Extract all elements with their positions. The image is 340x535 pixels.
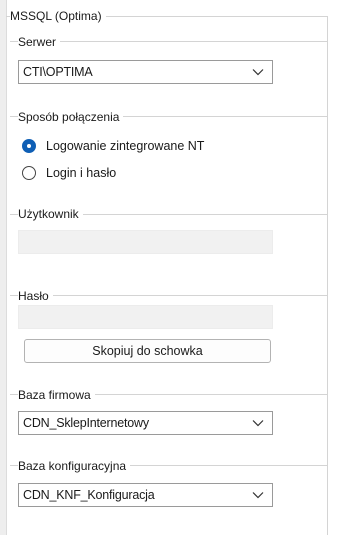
database-settings-panel: MSSQL (Optima) Serwer CTI\OPTIMA Sposób … bbox=[0, 0, 340, 535]
connection-mode-label: Sposób połączenia bbox=[18, 109, 124, 125]
config-db-combobox[interactable]: CDN_KNF_Konfiguracja bbox=[18, 483, 273, 507]
connection-mode-group bbox=[10, 116, 328, 198]
company-db-label: Baza firmowa bbox=[18, 387, 95, 403]
password-input[interactable] bbox=[18, 305, 273, 329]
copy-to-clipboard-button[interactable]: Skopiuj do schowka bbox=[24, 339, 271, 363]
chevron-down-icon[interactable] bbox=[252, 419, 264, 427]
company-db-value: CDN_SklepInternetowy bbox=[23, 416, 149, 430]
config-db-value: CDN_KNF_Konfiguracja bbox=[23, 488, 155, 502]
password-label: Hasło bbox=[18, 288, 53, 304]
chevron-down-icon[interactable] bbox=[252, 491, 264, 499]
server-combobox[interactable]: CTI\OPTIMA bbox=[18, 60, 273, 84]
mssql-group-title: MSSQL (Optima) bbox=[10, 8, 106, 24]
user-label: Użytkownik bbox=[18, 206, 83, 222]
server-label: Serwer bbox=[18, 34, 61, 50]
radio-unchecked-icon[interactable] bbox=[22, 166, 36, 180]
config-db-label: Baza konfiguracyjna bbox=[18, 458, 131, 474]
chevron-down-icon[interactable] bbox=[252, 68, 264, 76]
server-value: CTI\OPTIMA bbox=[23, 65, 93, 79]
user-input[interactable] bbox=[18, 230, 273, 254]
company-db-combobox[interactable]: CDN_SklepInternetowy bbox=[18, 411, 273, 435]
radio-login-password-label: Login i hasło bbox=[46, 166, 117, 180]
radio-checked-icon[interactable] bbox=[22, 139, 36, 153]
radio-integrated-nt-label: Logowanie zintegrowane NT bbox=[46, 139, 205, 153]
